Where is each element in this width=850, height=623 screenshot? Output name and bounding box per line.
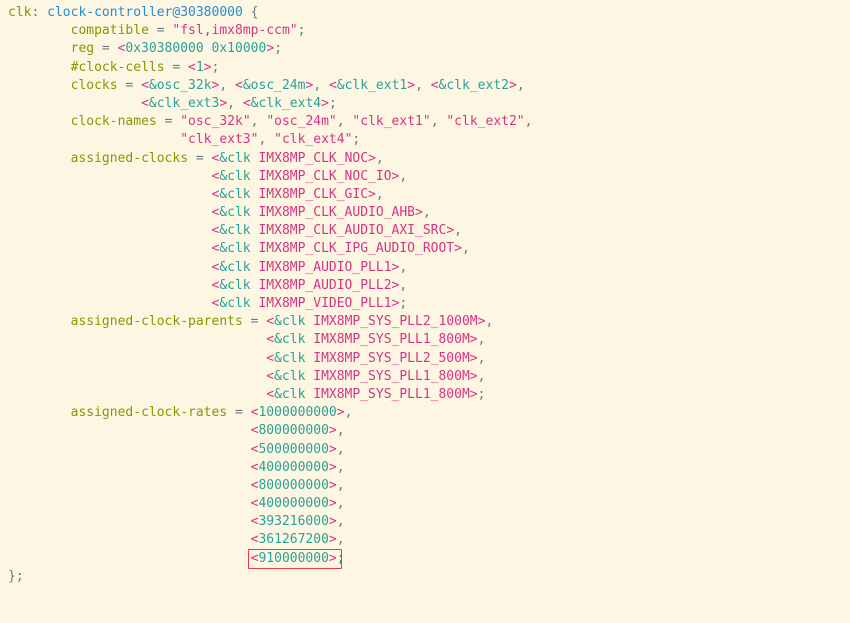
prop-clock-names: clock-names: [71, 114, 157, 129]
prop-assigned-clocks: assigned-clocks: [71, 151, 188, 166]
node-name: clock-controller@30380000: [47, 5, 243, 20]
prop-assigned-clock-parents: assigned-clock-parents: [71, 314, 243, 329]
node-label: clk: [8, 5, 31, 20]
prop-clock-cells: #clock-cells: [71, 60, 165, 75]
code-block: clk: clock-controller@30380000 { compati…: [0, 0, 850, 590]
prop-reg: reg: [71, 41, 94, 56]
prop-clocks: clocks: [71, 78, 118, 93]
closing-brace: };: [8, 569, 24, 584]
prop-assigned-clock-rates: assigned-clock-rates: [71, 405, 228, 420]
prop-compatible: compatible: [71, 23, 149, 38]
